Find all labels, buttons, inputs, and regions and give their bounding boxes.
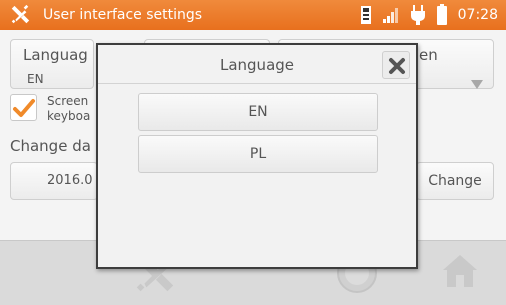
language-dialog: Language EN PL (96, 43, 418, 269)
clock: 07:28 (457, 7, 498, 23)
dialog-divider (98, 83, 416, 84)
battery-icon (436, 4, 447, 25)
tools-icon (11, 4, 30, 24)
date-field[interactable]: 2016.0 (10, 162, 98, 200)
date-value: 2016.0 (47, 173, 93, 188)
memory-card-icon (360, 6, 371, 24)
checkmark-icon (13, 99, 35, 117)
language-dropdown[interactable]: Languag EN (10, 39, 94, 89)
change-date-heading: Change da (10, 137, 91, 155)
screen-keyboard-checkbox[interactable] (10, 94, 37, 121)
power-plug-icon (410, 5, 425, 25)
language-option-en[interactable]: EN (138, 93, 378, 131)
screen-keyboard-label: Screen keyboa (47, 94, 91, 123)
close-icon (389, 58, 405, 74)
signal-icon (382, 8, 398, 23)
language-label: Languag (23, 46, 88, 64)
language-value: EN (27, 72, 44, 86)
language-option-pl[interactable]: PL (138, 135, 378, 173)
status-icons: 07:28 (360, 0, 498, 30)
change-button[interactable]: Change (416, 162, 494, 200)
close-button[interactable] (382, 51, 410, 79)
dialog-title: Language (219, 56, 295, 74)
home-icon[interactable] (440, 251, 480, 291)
right-dropdown-label: en (419, 46, 438, 64)
status-bar: User interface settings 07:28 (0, 0, 506, 30)
chevron-down-icon (471, 80, 483, 89)
page-title: User interface settings (43, 7, 203, 23)
